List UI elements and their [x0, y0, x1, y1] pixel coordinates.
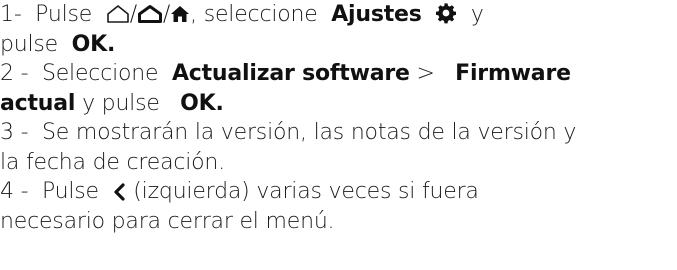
gear-icon: [435, 2, 457, 24]
step-number: 1: [0, 2, 14, 27]
step-3: 3 - Se mostrarán la versión, las notas d…: [0, 118, 677, 177]
key-ok: OK.: [180, 90, 224, 116]
step-number: 2: [0, 61, 14, 86]
chevron-left-icon: [112, 183, 126, 201]
key-settings: Ajustes: [331, 2, 422, 27]
step-separator: -: [13, 2, 22, 27]
step-text: (izquierda) varias veces si fuera: [133, 179, 479, 204]
key-current: actual: [0, 90, 76, 116]
step-2: 2 - Seleccione Actualizar software > Fir…: [0, 59, 677, 118]
step-verb: pulse: [0, 31, 59, 57]
step-separator: -: [20, 61, 29, 86]
step-verb: Pulse: [35, 2, 93, 27]
step-text: necesario para cerrar el menú.: [0, 208, 335, 234]
step-conjunction: y: [470, 2, 484, 27]
key-update-software: Actualizar software: [171, 61, 410, 86]
step-separator: -: [20, 120, 29, 145]
key-ok: OK.: [71, 31, 116, 57]
step-4: 4 - Pulse (izquierda) varias veces si fu…: [0, 177, 677, 236]
step-1: 1- Pulse / /, seleccione Ajustes y pulse …: [0, 0, 677, 59]
step-text: Se mostrarán la versión, las notas de la…: [41, 120, 577, 145]
instruction-list: 1- Pulse / /, seleccione Ajustes y pulse …: [0, 0, 677, 236]
step-text: y pulse: [82, 90, 160, 116]
step-verb: Seleccione: [41, 61, 159, 86]
step-verb: Pulse: [41, 179, 99, 204]
home-outline-icon: [106, 4, 130, 24]
key-firmware: Firmware: [455, 61, 571, 86]
path-arrow: >: [416, 61, 435, 86]
home-bold-icon: [137, 4, 163, 24]
step-text: , seleccione: [190, 2, 318, 27]
step-text: la fecha de creación.: [0, 149, 225, 175]
home-filled-icon: [170, 4, 190, 24]
icon-separator: /: [129, 2, 137, 27]
icon-separator: /: [162, 2, 171, 27]
step-separator: -: [20, 179, 29, 204]
step-number: 3: [0, 120, 14, 145]
step-number: 4: [0, 179, 14, 204]
